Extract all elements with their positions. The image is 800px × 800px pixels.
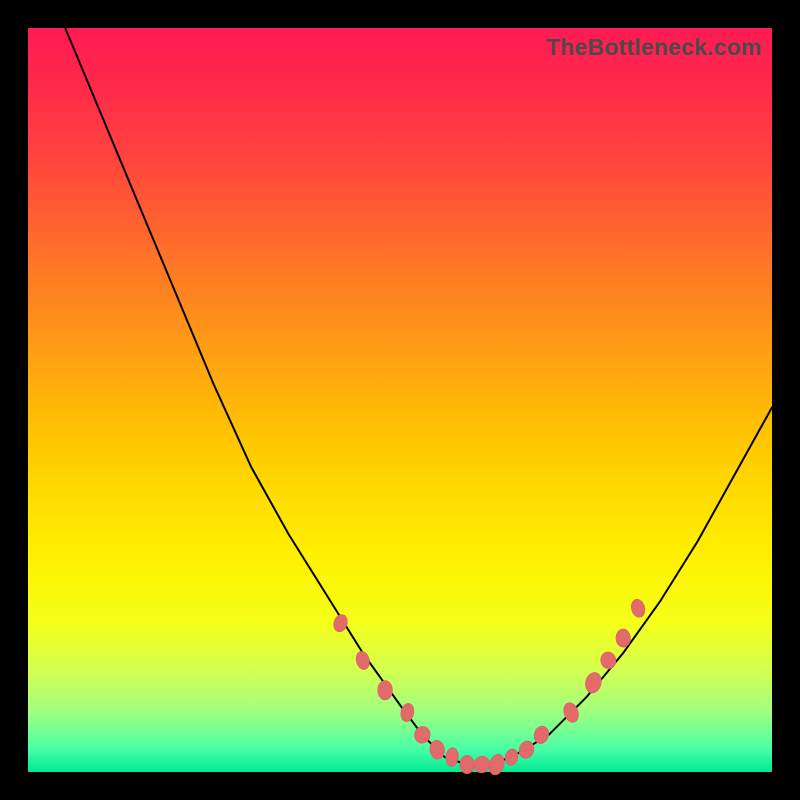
marker-dot (504, 748, 520, 767)
plot-area: TheBottleneck.com (28, 28, 772, 772)
chart-frame: TheBottleneck.com (0, 0, 800, 800)
marker-dot (616, 629, 631, 648)
marker-dot (599, 651, 617, 671)
bottleneck-curve-line (65, 28, 772, 765)
marker-dot (629, 598, 647, 619)
marker-dot (378, 680, 393, 700)
chart-svg (28, 28, 772, 772)
marker-dot (332, 613, 350, 634)
marker-dot (472, 754, 492, 775)
marker-dot (399, 702, 415, 723)
highlight-markers (332, 598, 647, 777)
marker-dot (517, 739, 536, 760)
marker-dot (445, 747, 459, 767)
marker-dot (487, 752, 507, 776)
marker-dot (583, 671, 604, 695)
marker-dot (460, 755, 475, 774)
marker-dot (354, 650, 371, 671)
